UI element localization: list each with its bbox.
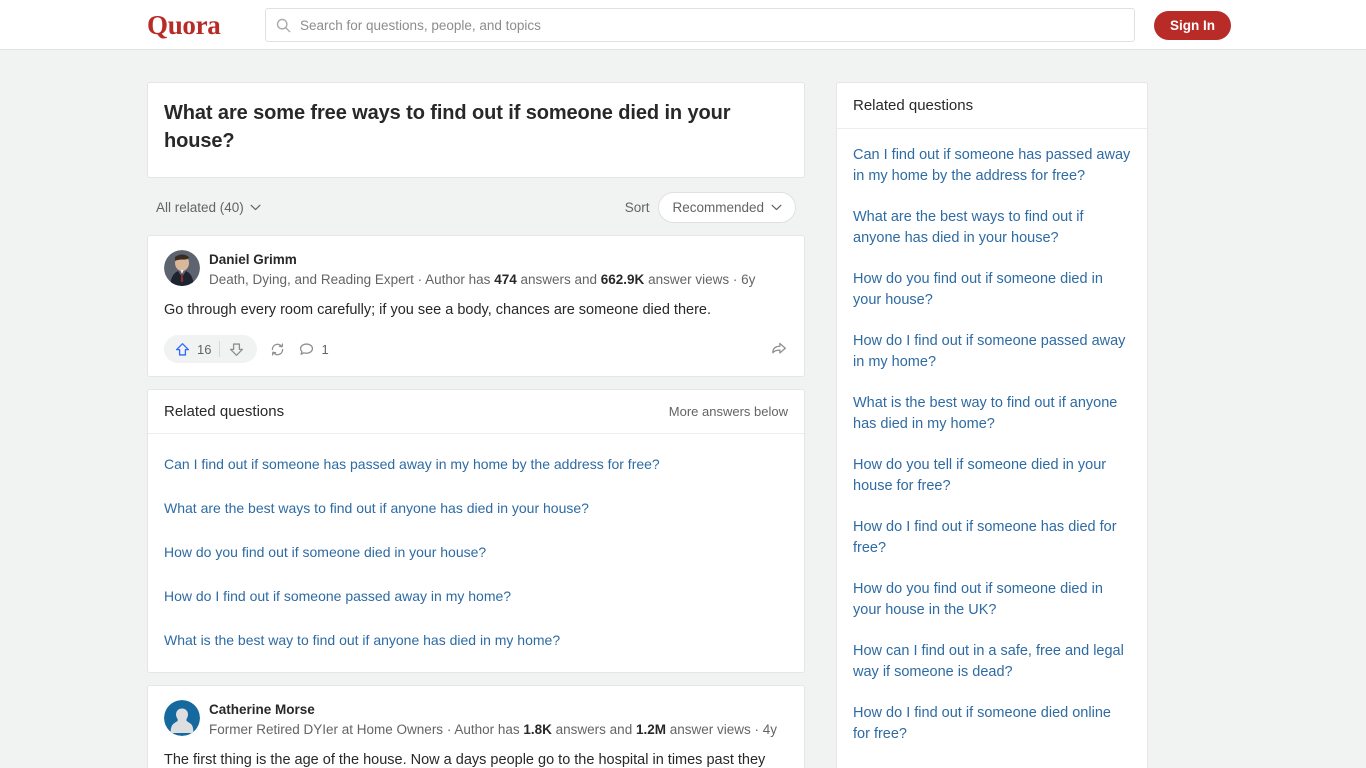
- related-question-link[interactable]: What is the best way to find out if anyo…: [164, 618, 788, 662]
- filter-row: All related (40) Sort Recommended: [147, 190, 805, 224]
- author-credential: Death, Dying, and Reading Expert · Autho…: [209, 270, 755, 289]
- author-has-label: Author has: [425, 272, 495, 287]
- answer-body: Go through every room carefully; if you …: [164, 299, 788, 322]
- sidebar-question-link[interactable]: How do I find out if someone died online…: [853, 693, 1131, 755]
- views-count: 662.9K: [600, 272, 645, 287]
- comment-button[interactable]: 1: [298, 341, 329, 358]
- sidebar-question-link[interactable]: How do you find out if someone died in y…: [853, 259, 1131, 321]
- question-card: What are some free ways to find out if s…: [147, 82, 805, 178]
- search-icon: [276, 18, 291, 32]
- answers-count: 1.8K: [523, 722, 552, 737]
- sidebar-question-link[interactable]: How do you tell if someone died in your …: [853, 445, 1131, 507]
- answers-label: answers and: [516, 272, 601, 287]
- credential-text: Death, Dying, and Reading Expert: [209, 272, 414, 287]
- answer-paragraph: The first thing is the age of the house.…: [164, 752, 766, 768]
- sidebar-question-link[interactable]: Can I find out if someone has passed awa…: [853, 135, 1131, 197]
- author-row: Daniel Grimm Death, Dying, and Reading E…: [164, 250, 788, 289]
- default-user-icon: [164, 700, 200, 736]
- sep: ·: [413, 272, 426, 287]
- sidebar-question-link[interactable]: How do you find out if someone died in y…: [853, 569, 1131, 631]
- top-navigation-bar: Quora Sign In: [0, 0, 1366, 50]
- sidebar-questions-list: Can I find out if someone has passed awa…: [837, 129, 1147, 768]
- sidebar-question-link[interactable]: What is the best way to find out if anyo…: [853, 383, 1131, 445]
- avatar[interactable]: [164, 700, 200, 736]
- sidebar-question-link[interactable]: How do I find out if someone passed away…: [853, 321, 1131, 383]
- chevron-down-icon: [771, 204, 782, 210]
- vote-pill: 16: [164, 335, 258, 363]
- sign-in-button[interactable]: Sign In: [1154, 11, 1231, 40]
- answer-body: The first thing is the age of the house.…: [164, 749, 788, 768]
- credential-text: Former Retired DYIer at Home Owners: [209, 722, 444, 737]
- related-question-link[interactable]: How do I find out if someone passed away…: [164, 574, 788, 618]
- author-has-label: Author has: [454, 722, 524, 737]
- downvote-arrow-icon: [230, 342, 244, 356]
- sidebar-question-link[interactable]: What are the best ways to find out if an…: [853, 197, 1131, 259]
- related-question-link[interactable]: Can I find out if someone has passed awa…: [164, 442, 788, 486]
- avatar[interactable]: [164, 250, 200, 286]
- page-body: What are some free ways to find out if s…: [0, 50, 1366, 768]
- related-question-link[interactable]: What are the best ways to find out if an…: [164, 486, 788, 530]
- repost-button[interactable]: [269, 341, 286, 358]
- author-meta: Catherine Morse Former Retired DYIer at …: [209, 700, 777, 739]
- answer-card: Daniel Grimm Death, Dying, and Reading E…: [147, 235, 805, 377]
- sidebar-related-questions-card: Related questions Can I find out if some…: [836, 82, 1148, 768]
- sidebar-title: Related questions: [837, 83, 1147, 129]
- views-label: answer views ·: [644, 272, 742, 287]
- comment-count: 1: [321, 341, 329, 357]
- answer-card: Catherine Morse Former Retired DYIer at …: [147, 685, 805, 768]
- author-name[interactable]: Catherine Morse: [209, 701, 777, 719]
- answer-age: 4y: [762, 722, 778, 737]
- downvote-button[interactable]: [220, 335, 253, 363]
- sort-controls: Sort Recommended: [624, 191, 796, 223]
- author-name[interactable]: Daniel Grimm: [209, 251, 755, 269]
- author-row: Catherine Morse Former Retired DYIer at …: [164, 700, 788, 739]
- upvote-button[interactable]: 16: [168, 335, 219, 363]
- main-column: What are some free ways to find out if s…: [147, 82, 805, 768]
- sidebar-question-link[interactable]: How can I find out in a safe, free and l…: [853, 631, 1131, 693]
- share-button[interactable]: [770, 340, 788, 358]
- answers-label: answers and: [551, 722, 636, 737]
- search-input[interactable]: [300, 17, 1124, 33]
- action-buttons: 16 1: [164, 335, 329, 363]
- views-count: 1.2M: [635, 722, 666, 737]
- all-related-label: All related (40): [156, 199, 244, 215]
- sidebar-question-link[interactable]: How do I find out if someone has died fo…: [853, 507, 1131, 569]
- sort-label: Sort: [624, 199, 650, 215]
- upvote-count: 16: [197, 341, 212, 357]
- upvote-arrow-icon: [175, 342, 190, 356]
- more-answers-below-label[interactable]: More answers below: [669, 404, 788, 419]
- quora-logo[interactable]: Quora: [147, 9, 221, 41]
- sort-value: Recommended: [672, 199, 764, 215]
- related-questions-list: Can I find out if someone has passed awa…: [148, 434, 804, 672]
- related-questions-title: Related questions: [164, 403, 285, 420]
- author-meta: Daniel Grimm Death, Dying, and Reading E…: [209, 250, 755, 289]
- views-label: answer views ·: [665, 722, 763, 737]
- chevron-down-icon: [250, 204, 261, 210]
- related-questions-header: Related questions More answers below: [148, 390, 804, 434]
- search-bar[interactable]: [265, 8, 1135, 42]
- answer-paragraph: Go through every room carefully; if you …: [164, 302, 712, 318]
- all-related-dropdown[interactable]: All related (40): [156, 200, 261, 215]
- sep: ·: [443, 722, 455, 737]
- answer-action-bar: 16 1: [164, 328, 788, 370]
- repost-icon: [272, 342, 284, 356]
- answers-count: 474: [494, 272, 517, 287]
- share-arrow-icon: [772, 342, 786, 354]
- sort-dropdown[interactable]: Recommended: [658, 191, 796, 223]
- related-question-link[interactable]: How do you find out if someone died in y…: [164, 530, 788, 574]
- author-photo-icon: [164, 250, 200, 286]
- answer-age: 6y: [741, 272, 756, 287]
- author-credential: Former Retired DYIer at Home Owners · Au…: [209, 720, 777, 739]
- related-questions-card: Related questions More answers below Can…: [147, 389, 805, 673]
- comment-bubble-icon: [300, 342, 314, 355]
- sidebar: Related questions Can I find out if some…: [836, 82, 1148, 768]
- page-title: What are some free ways to find out if s…: [164, 102, 731, 152]
